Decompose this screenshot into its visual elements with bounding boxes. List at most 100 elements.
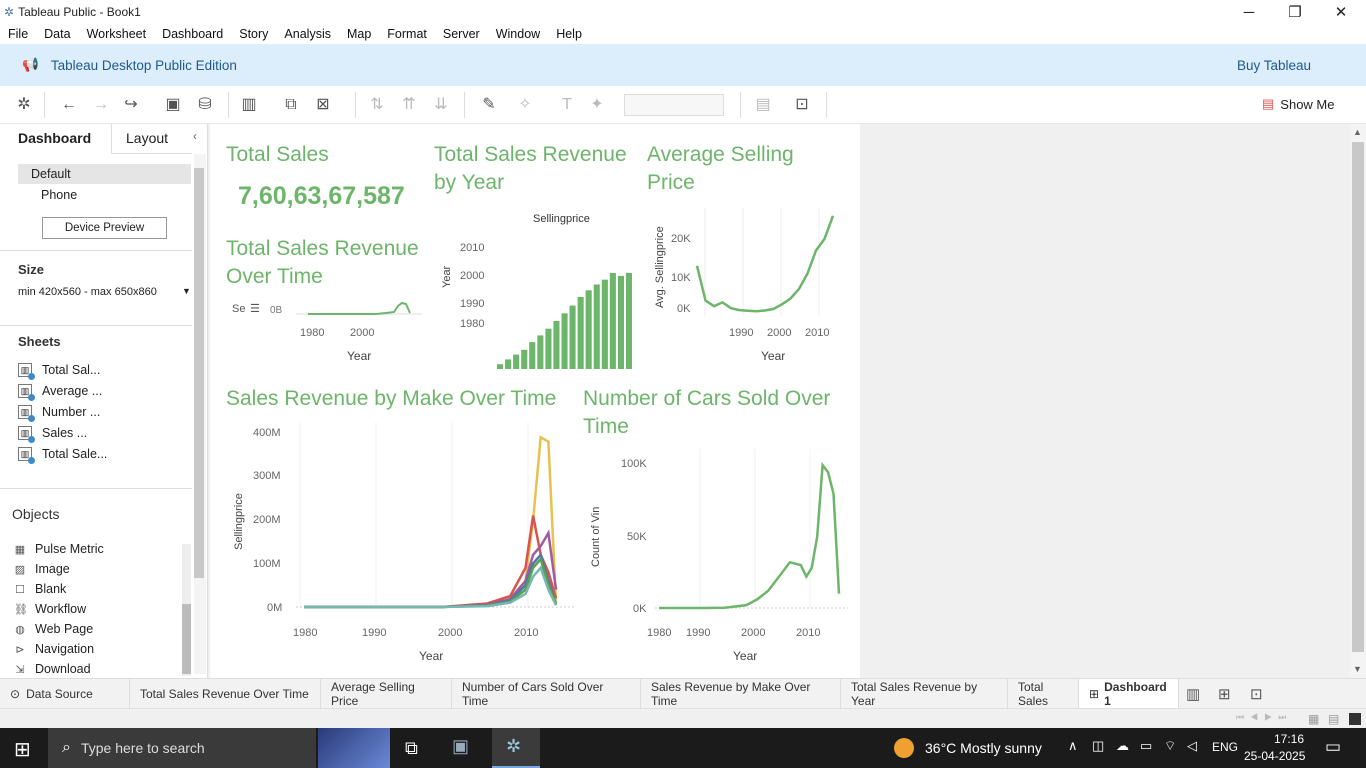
tab-dashboard[interactable]: Dashboard (18, 130, 91, 146)
sheet-item[interactable]: ▥ Sales ... (18, 426, 87, 443)
tab-dashboard-1[interactable]: ⊞ Dashboard 1 (1079, 679, 1179, 709)
cards-icon[interactable]: ▤ (752, 94, 774, 116)
clear-sheet-icon[interactable]: ⊠ (312, 94, 334, 116)
sheet-item[interactable]: ▥ Total Sal... (18, 363, 100, 380)
object-image[interactable]: ▨ Image (14, 562, 70, 576)
sheet-item[interactable]: ▥ Number ... (18, 405, 100, 422)
device-default[interactable]: Default (31, 167, 71, 181)
new-story-icon[interactable]: ⊡ (1250, 685, 1263, 703)
cars-sold-chart[interactable]: Count of Vin 100K 50K 0K 1980 1990 2000 … (583, 449, 853, 664)
tab-sheet[interactable]: Total Sales Revenue by Year (841, 679, 1008, 709)
tableau-home-icon[interactable]: ✲ (13, 94, 35, 116)
minimize-button[interactable]: ─ (1226, 0, 1272, 24)
restore-button[interactable]: ❐ (1272, 0, 1318, 24)
sidebar-scroll-thumb[interactable] (194, 168, 204, 578)
grid-view-icon[interactable]: ▦ (1308, 712, 1319, 726)
bar[interactable] (513, 354, 520, 369)
fit-dropdown[interactable] (624, 94, 724, 116)
weather-text[interactable]: 36°C Mostly sunny (925, 740, 1042, 756)
chevron-down-icon[interactable]: ▼ (182, 286, 191, 296)
new-worksheet-icon[interactable]: ▥ (238, 94, 260, 116)
clock-time[interactable]: 17:16 (1264, 732, 1304, 746)
search-highlight-image[interactable] (318, 728, 390, 768)
menu-file[interactable]: File (8, 27, 28, 41)
taskbar-search-box[interactable]: ⌕ Type here to search (48, 728, 316, 768)
object-navigation[interactable]: ⊳ Navigation (14, 642, 94, 656)
bar[interactable] (553, 321, 560, 369)
redo-icon[interactable]: → (90, 94, 112, 116)
notification-icon[interactable]: ▭ (1325, 737, 1341, 757)
bar[interactable] (577, 297, 584, 369)
cloud-icon[interactable]: ☁ (1116, 738, 1129, 754)
canvas-scrollbar[interactable]: ▲ ▼ (1350, 124, 1366, 678)
battery-icon[interactable]: ▭ (1140, 738, 1152, 754)
bar[interactable] (545, 328, 552, 369)
windows-start-icon[interactable]: ⊞ (14, 737, 31, 762)
menu-help[interactable]: Help (556, 27, 582, 41)
revenue-over-time-chart[interactable]: Se ☰ 0B 1980 2000 Year (226, 294, 426, 368)
menu-story[interactable]: Story (239, 27, 268, 41)
bar[interactable] (609, 273, 616, 369)
sort-ascending-icon[interactable]: ⇈ (398, 94, 420, 116)
bar[interactable] (561, 313, 568, 369)
save-icon[interactable]: ▣ (162, 94, 184, 116)
revenue-by-make-chart[interactable]: Sellingprice 400M 300M 200M 100M 0M 1980… (226, 422, 578, 666)
duplicate-icon[interactable]: ⧉ (280, 94, 302, 116)
swap-rows-icon[interactable]: ⇅ (366, 94, 388, 116)
revenue-by-year-chart[interactable]: Sellingprice Year 2010 2000 1990 1980 12… (434, 208, 638, 378)
tabs-view-icon[interactable] (1349, 713, 1361, 725)
bar[interactable] (521, 349, 528, 369)
bar[interactable] (625, 273, 632, 369)
menu-window[interactable]: Window (496, 27, 540, 41)
objects-scrollbar[interactable] (182, 544, 191, 676)
object-workflow[interactable]: ⛓ Workflow (14, 602, 86, 616)
bar[interactable] (569, 305, 576, 369)
collapse-icon[interactable]: ‹ (193, 129, 197, 143)
wifi-icon[interactable]: ⌔ (1164, 738, 1176, 754)
device-phone[interactable]: Phone (41, 188, 77, 202)
bar[interactable] (529, 342, 536, 369)
tab-layout[interactable]: Layout (126, 130, 168, 146)
swap-icon[interactable]: ↪ (120, 94, 142, 116)
objects-scroll-thumb[interactable] (182, 604, 191, 674)
volume-icon[interactable]: ◁ (1187, 738, 1197, 754)
presentation-icon[interactable]: ⊡ (791, 94, 813, 116)
object-pulse-metric[interactable]: ▦ Pulse Metric (14, 542, 104, 556)
menu-worksheet[interactable]: Worksheet (87, 27, 147, 41)
sheet-item[interactable]: ▥ Average ... (18, 384, 102, 401)
menu-map[interactable]: Map (347, 27, 371, 41)
task-view-icon[interactable]: ⧉ (405, 738, 418, 759)
tab-data-source[interactable]: ⊙ Data Source (0, 679, 130, 709)
size-value[interactable]: min 420x560 - max 650x860 (18, 286, 157, 298)
bar[interactable] (537, 335, 544, 369)
scroll-down-icon[interactable]: ▼ (1353, 664, 1362, 674)
bar[interactable] (585, 290, 592, 369)
bar[interactable] (505, 359, 512, 369)
filmstrip-icon[interactable]: ▤ (1328, 712, 1339, 726)
bar[interactable] (601, 279, 608, 369)
object-blank[interactable]: ☐ Blank (14, 582, 66, 596)
tab-sheet[interactable]: Number of Cars Sold Over Time (452, 679, 641, 709)
menu-dashboard[interactable]: Dashboard (162, 27, 223, 41)
attach-icon[interactable]: ✧ (514, 94, 536, 116)
avg-price-chart[interactable]: Avg. Sellingprice 20K 10K 0K 1990 2000 2… (647, 208, 852, 368)
undo-icon[interactable]: ← (58, 94, 80, 116)
show-me-button[interactable]: ▤ Show Me (1262, 96, 1335, 112)
bar[interactable] (593, 284, 600, 370)
bar[interactable] (617, 275, 624, 369)
device-preview-button[interactable]: Device Preview (42, 217, 167, 239)
menu-server[interactable]: Server (443, 27, 480, 41)
new-datasource-icon[interactable]: ⛁ (194, 94, 216, 116)
object-download[interactable]: ⇲ Download (14, 662, 90, 676)
menu-data[interactable]: Data (44, 27, 70, 41)
object-web-page[interactable]: ◍ Web Page (14, 622, 93, 636)
text-icon[interactable]: T (556, 94, 578, 116)
sidebar-scrollbar[interactable] (194, 154, 206, 674)
sheet-item[interactable]: ▥ Total Sale... (18, 447, 107, 464)
tab-sheet[interactable]: Average Selling Price (321, 679, 452, 709)
tab-sheet[interactable]: Total Sales Revenue Over Time (130, 679, 321, 709)
menu-format[interactable]: Format (387, 27, 427, 41)
canvas-scroll-thumb[interactable] (1352, 142, 1364, 652)
app-icon[interactable]: ▣ (452, 736, 469, 757)
scroll-up-icon[interactable]: ▲ (1353, 127, 1362, 137)
